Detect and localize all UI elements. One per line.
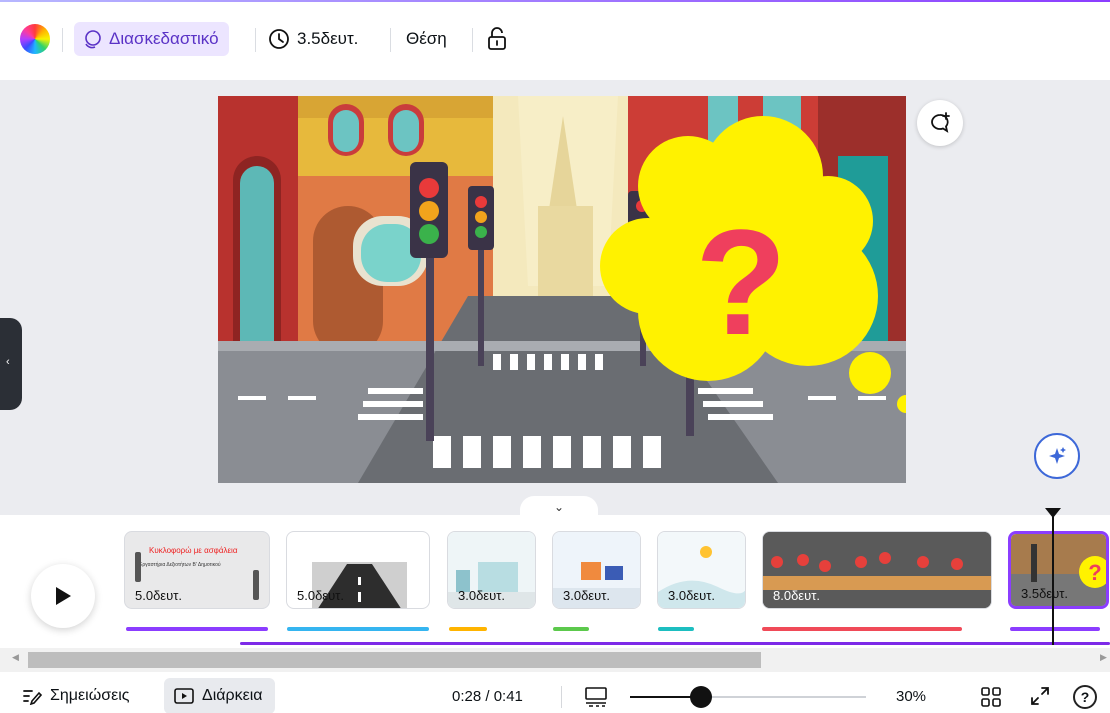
- bottom-divider: [561, 686, 562, 708]
- scroll-right-icon[interactable]: ▶: [1100, 652, 1107, 663]
- animation-label: Διασκεδαστικό: [109, 29, 219, 48]
- time-readout: 0:28 / 0:41: [452, 687, 523, 705]
- duration-label: Διάρκεια: [202, 687, 263, 704]
- magic-assistant-button[interactable]: [1034, 433, 1080, 479]
- thumbnail-title: Κυκλοφορώ με ασφάλεια: [149, 546, 238, 555]
- help-icon[interactable]: ?: [1073, 685, 1097, 709]
- slide-canvas[interactable]: ?: [218, 96, 906, 483]
- svg-text:?: ?: [1088, 560, 1101, 585]
- notes-icon: [23, 690, 42, 705]
- scrollbar-thumb[interactable]: [28, 652, 761, 668]
- chevron-down-icon: ⌄: [553, 500, 565, 514]
- traffic-light-graphic: [135, 552, 141, 582]
- toolbar-divider: [62, 28, 63, 52]
- animation-icon: [85, 30, 101, 49]
- zoom-readout[interactable]: 30%: [896, 678, 926, 713]
- page-thumbnail[interactable]: Κυκλοφορώ με ασφάλεια Εργαστήρια Δεξιοτή…: [124, 531, 270, 609]
- sparkle-icon: [1049, 447, 1066, 464]
- position-button[interactable]: Θέση: [406, 22, 447, 56]
- thumbnail-duration: 3.5δευτ.: [1021, 586, 1068, 601]
- grid-view-icon[interactable]: [980, 686, 1002, 708]
- comment-plus-icon: [931, 112, 950, 133]
- thumbnail-color-bar: [449, 627, 487, 631]
- page-thumbnail[interactable]: 3.0δευτ.: [447, 531, 536, 609]
- thumbnail-color-bar: [126, 627, 268, 631]
- page-thumbnail[interactable]: 8.0δευτ.: [762, 531, 992, 609]
- scroll-left-icon[interactable]: ◀: [12, 652, 19, 663]
- page-thumbnail[interactable]: 3.0δευτ.: [657, 531, 746, 609]
- street-crossing-illustration: ?: [218, 96, 906, 483]
- play-button[interactable]: [31, 564, 95, 628]
- traffic-light-graphic: [253, 570, 259, 600]
- thumbnail-duration: 3.0δευτ.: [563, 588, 610, 603]
- toolbar-divider: [390, 28, 391, 52]
- play-box-icon: [174, 688, 194, 704]
- thumbnail-color-bar: [287, 627, 429, 631]
- notes-button[interactable]: Σημειώσεις: [22, 678, 129, 713]
- slide-duration-label: 3.5δευτ.: [297, 29, 359, 48]
- thumbnail-duration: 3.0δευτ.: [668, 588, 715, 603]
- thumbnail-color-bar: [762, 627, 962, 631]
- add-comment-button[interactable]: [917, 100, 963, 146]
- duration-button[interactable]: Διάρκεια: [164, 678, 275, 713]
- slide-duration-button[interactable]: 3.5δευτ.: [268, 22, 358, 56]
- thumbnail-color-bar: [658, 627, 694, 631]
- side-panel-toggle[interactable]: ‹: [0, 318, 22, 410]
- fullscreen-icon[interactable]: [1029, 685, 1051, 707]
- top-toolbar: Διασκεδαστικό 3.5δευτ. Θέση: [0, 0, 1110, 80]
- page-thumbnail[interactable]: 3.0δευτ.: [552, 531, 641, 609]
- lock-button[interactable]: [486, 22, 508, 56]
- thumbnail-subtitle: Εργαστήρια Δεξιοτήτων Β' Δημοτικού: [139, 562, 221, 568]
- timeline-progress-line: [240, 642, 1110, 645]
- zoom-slider-handle[interactable]: [689, 686, 712, 708]
- thumbnail-duration: 5.0δευτ.: [297, 588, 344, 603]
- toolbar-divider: [472, 28, 473, 52]
- question-mark-text: ?: [695, 198, 787, 366]
- play-icon: [56, 587, 71, 605]
- page-layout-icon[interactable]: [585, 686, 607, 708]
- unlock-icon: [488, 27, 506, 50]
- thumbnail-color-bar: [1010, 627, 1100, 631]
- playhead-handle-icon[interactable]: [1045, 508, 1061, 518]
- page-thumbnail[interactable]: 5.0δευτ.: [286, 531, 430, 609]
- thumbnail-duration: 5.0δευτ.: [135, 588, 182, 603]
- page-thumbnail-selected[interactable]: ? 3.5δευτ.: [1008, 531, 1109, 609]
- position-label: Θέση: [406, 29, 447, 48]
- chevron-left-icon: ‹: [6, 356, 10, 368]
- animation-button[interactable]: Διασκεδαστικό: [74, 22, 229, 56]
- toolbar-divider: [255, 28, 256, 52]
- thumbnail-duration: 3.0δευτ.: [458, 588, 505, 603]
- clock-icon: [269, 29, 289, 49]
- color-picker-icon[interactable]: [20, 24, 50, 54]
- playhead[interactable]: [1052, 513, 1054, 645]
- thumbnail-color-bar: [553, 627, 589, 631]
- thumbnail-duration: 8.0δευτ.: [773, 588, 820, 603]
- toolbar-accent-line: [0, 0, 1110, 2]
- notes-label: Σημειώσεις: [50, 687, 130, 704]
